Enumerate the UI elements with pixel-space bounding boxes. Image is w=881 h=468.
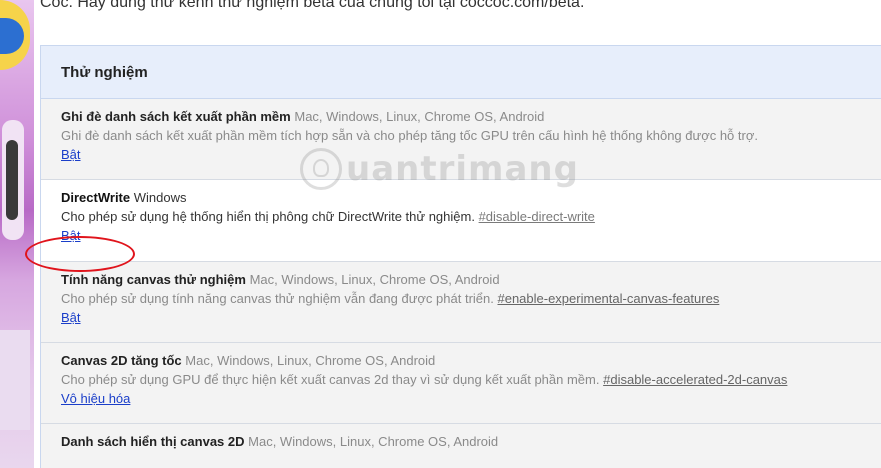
experiment-platforms: Mac, Windows, Linux, Chrome OS, Android <box>185 353 436 368</box>
experiments-panel: Thử nghiệm Ghi đè danh sách kết xuất phầ… <box>40 45 881 468</box>
experiment-name: Danh sách hiển thị canvas 2D <box>61 434 245 449</box>
experiment-description: Cho phép sử dụng hệ thống hiển thị phông… <box>61 209 475 224</box>
section-header: Thử nghiệm <box>41 46 881 99</box>
experiment-platforms: Windows <box>133 190 187 205</box>
experiment-flag-link[interactable]: #disable-accelerated-2d-canvas <box>603 372 787 387</box>
experiment-item: Danh sách hiển thị canvas 2D Mac, Window… <box>41 424 881 468</box>
flags-page: Cốc. Hãy dùng thử kênh thử nghiệm beta c… <box>0 0 881 468</box>
experiment-platforms: Mac, Windows, Linux, Chrome OS, Android <box>248 434 499 449</box>
experiment-description: Cho phép sử dụng tính năng canvas thử ng… <box>61 291 494 306</box>
experiment-flag-link[interactable]: #enable-experimental-canvas-features <box>497 291 719 306</box>
enable-link[interactable]: Bật <box>61 308 81 327</box>
disable-link[interactable]: Vô hiệu hóa <box>61 389 130 408</box>
experiment-platforms: Mac, Windows, Linux, Chrome OS, Android <box>249 272 500 287</box>
experiment-description: Cho phép sử dụng GPU để thực hiện kết xu… <box>61 372 600 387</box>
experiment-item: Ghi đè danh sách kết xuất phần mềm Mac, … <box>41 99 881 180</box>
experiment-flag-link[interactable]: #disable-direct-write <box>479 209 595 224</box>
enable-link[interactable]: Bật <box>61 226 81 245</box>
side-image-shape <box>6 140 18 220</box>
side-image-shape <box>0 330 30 430</box>
experiment-platforms: Mac, Windows, Linux, Chrome OS, Android <box>294 109 545 124</box>
intro-text: Cốc. Hãy dùng thử kênh thử nghiệm beta c… <box>40 0 585 11</box>
experiment-name: Ghi đè danh sách kết xuất phần mềm <box>61 109 291 124</box>
experiment-item: Canvas 2D tăng tốc Mac, Windows, Linux, … <box>41 343 881 424</box>
experiment-description: Ghi đè danh sách kết xuất phần mềm tích … <box>61 128 758 143</box>
experiment-item: DirectWrite Windows Cho phép sử dụng hệ … <box>41 180 881 262</box>
section-title: Thử nghiệm <box>61 63 148 81</box>
enable-link[interactable]: Bật <box>61 145 81 164</box>
experiment-name: DirectWrite <box>61 190 131 205</box>
experiment-name: Canvas 2D tăng tốc <box>61 353 182 368</box>
experiment-name: Tính năng canvas thử nghiệm <box>61 272 246 287</box>
experiment-item: Tính năng canvas thử nghiệm Mac, Windows… <box>41 262 881 343</box>
decorative-side-image <box>0 0 34 468</box>
